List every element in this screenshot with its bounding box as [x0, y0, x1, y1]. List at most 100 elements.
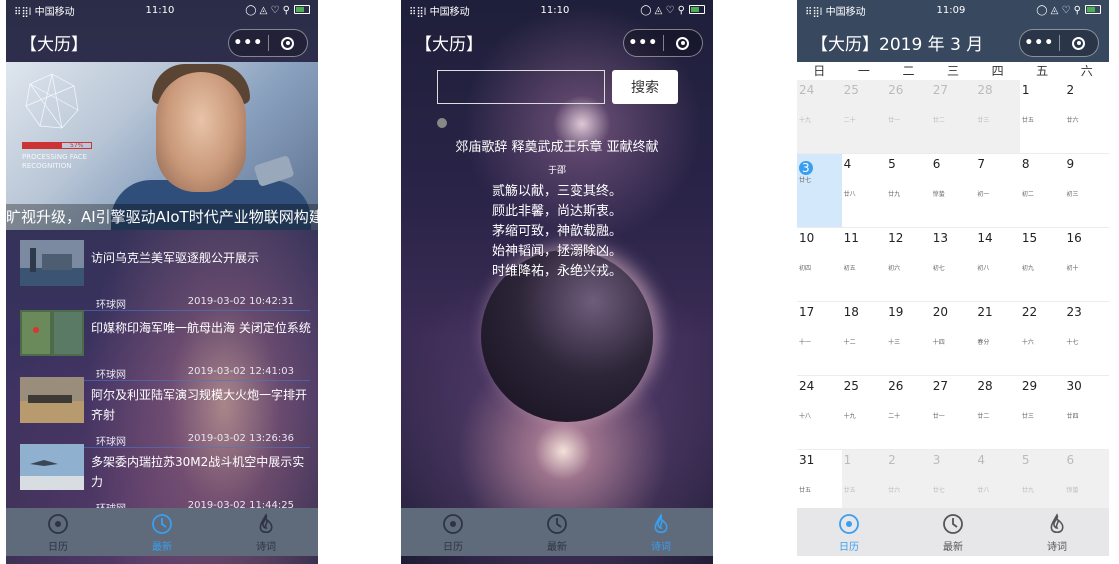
calendar-day[interactable]: 25 十九 — [842, 376, 887, 449]
calendar-day[interactable]: 26 二十 — [886, 376, 931, 449]
lunar-date: 初三 — [1066, 191, 1079, 198]
poem-line: 顾此非馨，尚达斯衷。 — [491, 204, 622, 219]
lunar-date: 廿一 — [932, 413, 945, 420]
calendar-day[interactable]: 15 初九 — [1020, 228, 1065, 301]
tab-latest[interactable]: 最新 — [505, 508, 609, 556]
calendar-day[interactable]: 21 春分 — [975, 302, 1020, 375]
banner-phone — [253, 154, 295, 188]
calendar-day[interactable]: 20 十四 — [931, 302, 976, 375]
calendar-day[interactable]: 19 十三 — [886, 302, 931, 375]
headline-banner[interactable]: 57% PROCESSING FACE RECOGNITION 旷视升级，AI引… — [6, 62, 318, 230]
lunar-date: 初七 — [932, 265, 945, 272]
calendar-day[interactable]: 24 十九 — [797, 80, 842, 153]
tab-bar: 日历 最新 诗词 — [6, 508, 318, 556]
search-input[interactable] — [437, 70, 605, 104]
status-icons: ◯ ◬ ♡ ⚲ — [640, 4, 685, 16]
calendar-day[interactable]: 9 初三 — [1064, 154, 1109, 227]
tab-label: 日历 — [839, 541, 859, 553]
calendar-day[interactable]: 11 初五 — [842, 228, 887, 301]
calendar-day[interactable]: 16 初十 — [1064, 228, 1109, 301]
calendar-icon — [48, 513, 68, 534]
calendar-day[interactable]: 2 廿六 — [1064, 80, 1109, 153]
calendar-day[interactable]: 10 初四 — [797, 228, 842, 301]
calendar-day[interactable]: 18 十二 — [842, 302, 887, 375]
lunar-date: 初二 — [1021, 191, 1034, 198]
lunar-date: 廿四 — [1066, 413, 1079, 420]
news-title: 访问乌克兰美军驱逐舰公开展示 — [91, 251, 260, 265]
tab-latest[interactable]: 最新 — [110, 508, 214, 556]
lunar-date: 廿六 — [1066, 117, 1079, 124]
lunar-date: 初十 — [1066, 265, 1079, 272]
tab-poetry[interactable]: 诗词 — [214, 508, 318, 556]
calendar-day[interactable]: 12 初六 — [886, 228, 931, 301]
flame-icon — [1050, 512, 1064, 533]
lunar-date: 廿三 — [977, 117, 990, 124]
calendar-day[interactable]: 4 廿八 — [842, 154, 887, 227]
more-button[interactable]: ••• — [229, 35, 268, 51]
calendar-day[interactable]: 30 廿四 — [1064, 376, 1109, 449]
day-number: 1 — [843, 453, 852, 467]
signal-icon: ⠿⣿l — [805, 6, 823, 18]
calendar-day[interactable]: 14 初八 — [975, 228, 1020, 301]
battery-icon — [688, 5, 705, 14]
tab-calendar[interactable]: 日历 — [797, 508, 901, 556]
calendar-day[interactable]: 23 十七 — [1064, 302, 1109, 375]
more-button[interactable]: ••• — [1020, 35, 1059, 51]
close-miniprogram-button[interactable] — [269, 36, 308, 50]
day-number: 28 — [977, 83, 993, 97]
processing-label: PROCESSING FACE RECOGNITION — [22, 153, 88, 170]
progress-percent: 57% — [70, 142, 84, 149]
more-button[interactable]: ••• — [624, 35, 663, 51]
tab-calendar[interactable]: 日历 — [6, 508, 110, 556]
calendar-day[interactable]: 25 二十 — [841, 80, 887, 153]
calendar-day[interactable]: 29 廿三 — [1020, 376, 1065, 449]
close-miniprogram-button[interactable] — [664, 36, 703, 50]
news-thumbnail — [20, 377, 84, 423]
calendar-day[interactable]: 27 廿二 — [930, 80, 976, 153]
day-number: 24 — [799, 379, 815, 393]
tab-calendar[interactable]: 日历 — [401, 508, 505, 556]
calendar-day[interactable]: 17 十一 — [797, 302, 842, 375]
calendar-day[interactable]: 5 廿九 — [886, 154, 931, 227]
calendar-day[interactable]: 7 初一 — [975, 154, 1020, 227]
calendar-day[interactable]: 13 初七 — [931, 228, 976, 301]
battery-icon — [1084, 5, 1101, 14]
phone-calendar: ⠿⣿l 中国移动 11:09 ◯ ◬ ♡ ⚲ 【大历】2019 年 3 月 ••… — [797, 0, 1109, 564]
page-title: 【大历】 — [20, 34, 88, 55]
calendar-day[interactable]: 22 十六 — [1020, 302, 1065, 375]
tab-label: 最新 — [152, 541, 172, 553]
capsule-menu: ••• — [623, 29, 703, 57]
day-number: 29 — [1021, 379, 1038, 393]
lunar-date: 廿九 — [1021, 487, 1034, 494]
day-number: 2 — [888, 453, 896, 467]
signal-icon: ⠿⣿l — [409, 6, 427, 18]
banner-face — [156, 72, 246, 192]
calendar-day[interactable]: 6 惊蛰 — [931, 154, 976, 227]
close-miniprogram-button[interactable] — [1060, 36, 1099, 50]
calendar-day[interactable]: 28 廿二 — [975, 376, 1020, 449]
calendar-day[interactable]: 8 初二 — [1020, 154, 1065, 227]
calendar-day[interactable]: 27 廿一 — [931, 376, 976, 449]
poem-line: 茅缩可致，神歆载融。 — [491, 224, 622, 239]
tab-poetry[interactable]: 诗词 — [609, 508, 713, 556]
tab-latest[interactable]: 最新 — [901, 508, 1005, 556]
calendar-day[interactable]: 24 十八 — [797, 376, 842, 449]
calendar-day[interactable]: 1 廿五 — [1020, 80, 1065, 153]
signal-icon: ⠿⣿l — [14, 6, 32, 18]
calendar-day-today[interactable]: 3 廿七 — [797, 154, 842, 227]
news-time: 2019-03-02 13:26:36 — [187, 433, 294, 444]
tab-bar: 日历 最新 诗词 — [797, 508, 1109, 556]
news-source: 环球网 — [96, 370, 126, 381]
tab-poetry[interactable]: 诗词 — [1005, 508, 1109, 556]
day-number: 10 — [799, 231, 815, 245]
news-source: 环球网 — [96, 300, 126, 311]
news-title: 多架委内瑞拉苏30M2战斗机空中展示实力 — [91, 455, 305, 489]
calendar-day[interactable]: 26 廿一 — [886, 80, 931, 153]
day-number: 25 — [843, 83, 859, 97]
search-button[interactable]: 搜索 — [612, 70, 678, 104]
news-title: 阿尔及利亚陆军演习规模大火炮一字排开齐射 — [91, 388, 308, 422]
calendar-day[interactable]: 28 廿三 — [975, 80, 1020, 153]
lunar-date: 初八 — [977, 265, 990, 272]
day-number: 26 — [888, 379, 904, 393]
lunar-date: 廿二 — [977, 413, 990, 420]
